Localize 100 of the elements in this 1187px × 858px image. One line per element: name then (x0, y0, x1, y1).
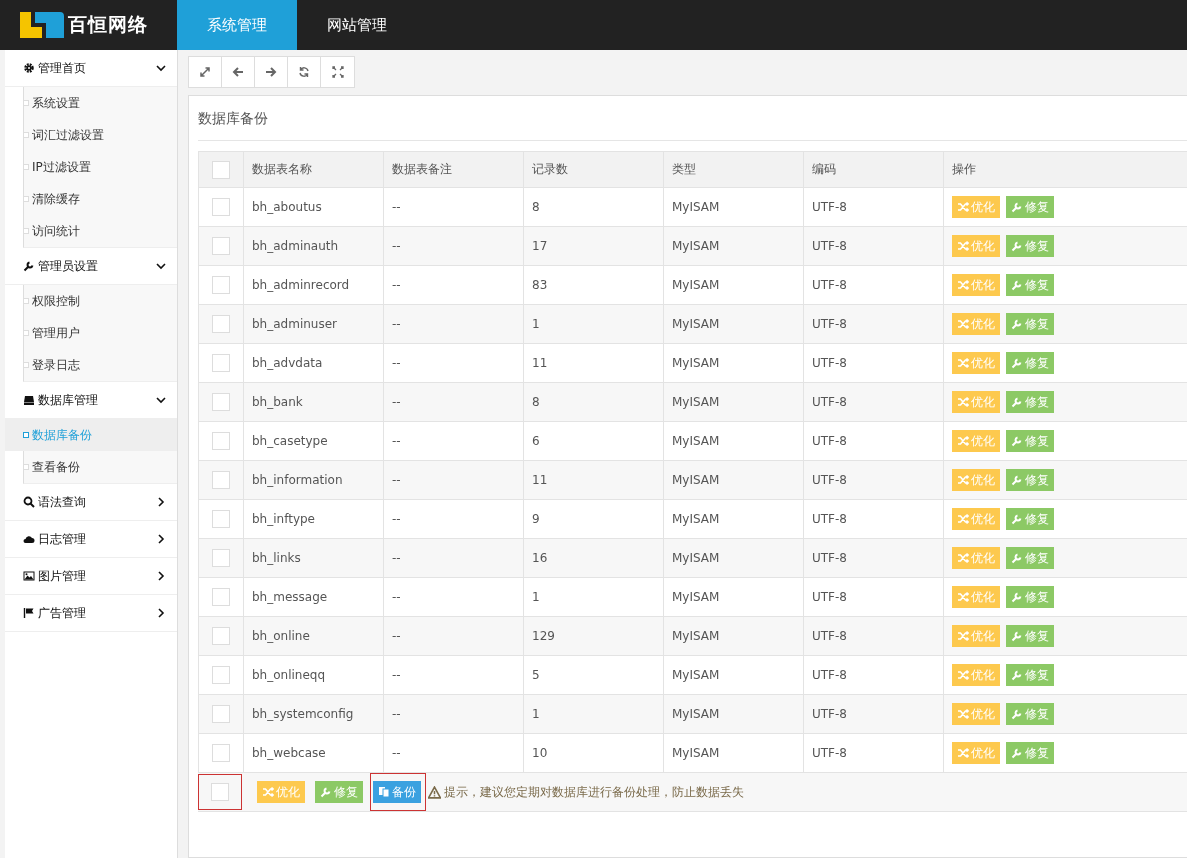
table-cell: 83 (523, 265, 664, 305)
repair-button[interactable]: 修复 (1006, 430, 1054, 452)
checkbox[interactable] (212, 432, 230, 450)
repair-button[interactable]: 修复 (1006, 391, 1054, 413)
checkbox[interactable] (212, 160, 230, 179)
optimize-button[interactable]: 优化 (952, 235, 1000, 257)
optimize-button[interactable]: 优化 (952, 703, 1000, 725)
shuffle-icon (957, 552, 969, 564)
wrench-icon (1011, 435, 1023, 447)
menu-item[interactable]: 管理用户 (5, 317, 177, 349)
menu-item[interactable]: 系统设置 (5, 87, 177, 119)
chevron-right-icon (155, 570, 167, 582)
wrench-icon (1011, 552, 1023, 564)
table-cell: -- (383, 538, 524, 578)
chevron-right-icon (155, 607, 167, 619)
table-cell: -- (383, 460, 524, 500)
repair-button[interactable]: 修复 (1006, 508, 1054, 530)
optimize-button[interactable]: 优化 (952, 196, 1000, 218)
checkbox[interactable] (212, 393, 230, 411)
repair-button[interactable]: 修复 (1006, 235, 1054, 257)
menu-group-header[interactable]: 语法查询 (5, 484, 177, 521)
table-cell: 8 (523, 382, 664, 422)
table-cell: MyISAM (663, 577, 804, 617)
optimize-button[interactable]: 优化 (952, 625, 1000, 647)
repair-button[interactable]: 修复 (1006, 664, 1054, 686)
fullscreen-icon (331, 66, 344, 78)
repair-button[interactable]: 修复 (1006, 625, 1054, 647)
nav-tab[interactable]: 系统管理 (177, 0, 297, 50)
table-cell: 5 (523, 655, 664, 695)
table-cell: MyISAM (663, 421, 804, 461)
optimize-button[interactable]: 优化 (952, 352, 1000, 374)
repair-button[interactable]: 修复 (1006, 274, 1054, 296)
optimize-button[interactable]: 优化 (952, 430, 1000, 452)
wrench-icon (1011, 279, 1023, 291)
table-cell: -- (383, 343, 524, 383)
menu-item[interactable]: 查看备份 (5, 451, 177, 483)
repair-button[interactable]: 修复 (1006, 313, 1054, 335)
checkbox[interactable] (212, 237, 230, 255)
menu-item[interactable]: 词汇过滤设置 (5, 119, 177, 151)
checkbox[interactable] (212, 471, 230, 489)
checkbox[interactable] (212, 198, 230, 216)
menu-item[interactable]: 权限控制 (5, 285, 177, 317)
checkbox[interactable] (212, 744, 230, 762)
shuffle-icon (957, 669, 969, 681)
wrench-icon (1011, 513, 1023, 525)
optimize-button[interactable]: 优化 (952, 547, 1000, 569)
menu-group-label: 管理首页 (38, 59, 87, 77)
optimize-button[interactable]: 优化 (952, 586, 1000, 608)
checkbox[interactable] (212, 549, 230, 567)
menu-group-header[interactable]: 图片管理 (5, 558, 177, 595)
optimize-button[interactable]: 优化 (952, 274, 1000, 296)
checkbox[interactable] (212, 354, 230, 372)
table-cell: MyISAM (663, 655, 804, 695)
optimize-button[interactable]: 优化 (952, 508, 1000, 530)
wrench-icon (1011, 669, 1023, 681)
checkbox[interactable] (212, 315, 230, 333)
checkbox[interactable] (212, 627, 230, 645)
optimize-button[interactable]: 优化 (952, 469, 1000, 491)
menu-item[interactable]: 数据库备份 (5, 419, 177, 451)
optimize-button[interactable]: 优化 (257, 781, 305, 803)
checkbox[interactable] (212, 666, 230, 684)
checkbox[interactable] (211, 783, 229, 801)
checkbox[interactable] (212, 588, 230, 606)
panel-title: 数据库备份 (198, 96, 1187, 141)
repair-button[interactable]: 修复 (315, 781, 363, 803)
menu-group-header[interactable]: 广告管理 (5, 595, 177, 632)
nav-tab[interactable]: 网站管理 (297, 0, 417, 50)
table-cell: -- (383, 694, 524, 734)
repair-button[interactable]: 修复 (1006, 547, 1054, 569)
hard-drive-icon (23, 394, 35, 406)
chevron-down-icon (155, 394, 167, 406)
menu-item[interactable]: 清除缓存 (5, 183, 177, 215)
repair-button[interactable]: 修复 (1006, 196, 1054, 218)
menu-item[interactable]: 访问统计 (5, 215, 177, 247)
cloud-icon (23, 533, 35, 545)
wrench-icon (1011, 396, 1023, 408)
table-cell: MyISAM (663, 694, 804, 734)
optimize-button[interactable]: 优化 (952, 391, 1000, 413)
table-cell: MyISAM (663, 538, 804, 578)
menu-group-label: 数据库管理 (38, 391, 99, 409)
menu-group-header[interactable]: 日志管理 (5, 521, 177, 558)
search-icon (23, 496, 35, 508)
table-cell: 1 (523, 304, 664, 344)
optimize-button[interactable]: 优化 (952, 742, 1000, 764)
table-cell: UTF-8 (803, 460, 944, 500)
checkbox[interactable] (212, 705, 230, 723)
optimize-button[interactable]: 优化 (952, 664, 1000, 686)
repair-button[interactable]: 修复 (1006, 742, 1054, 764)
backup-button[interactable]: 备份 (373, 781, 421, 803)
column-header: 数据表备注 (383, 151, 524, 188)
repair-button[interactable]: 修复 (1006, 703, 1054, 725)
menu-item[interactable]: IP过滤设置 (5, 151, 177, 183)
repair-button[interactable]: 修复 (1006, 352, 1054, 374)
optimize-button[interactable]: 优化 (952, 313, 1000, 335)
wrench-icon (1011, 474, 1023, 486)
checkbox[interactable] (212, 510, 230, 528)
repair-button[interactable]: 修复 (1006, 469, 1054, 491)
repair-button[interactable]: 修复 (1006, 586, 1054, 608)
menu-item[interactable]: 登录日志 (5, 349, 177, 381)
checkbox[interactable] (212, 276, 230, 294)
